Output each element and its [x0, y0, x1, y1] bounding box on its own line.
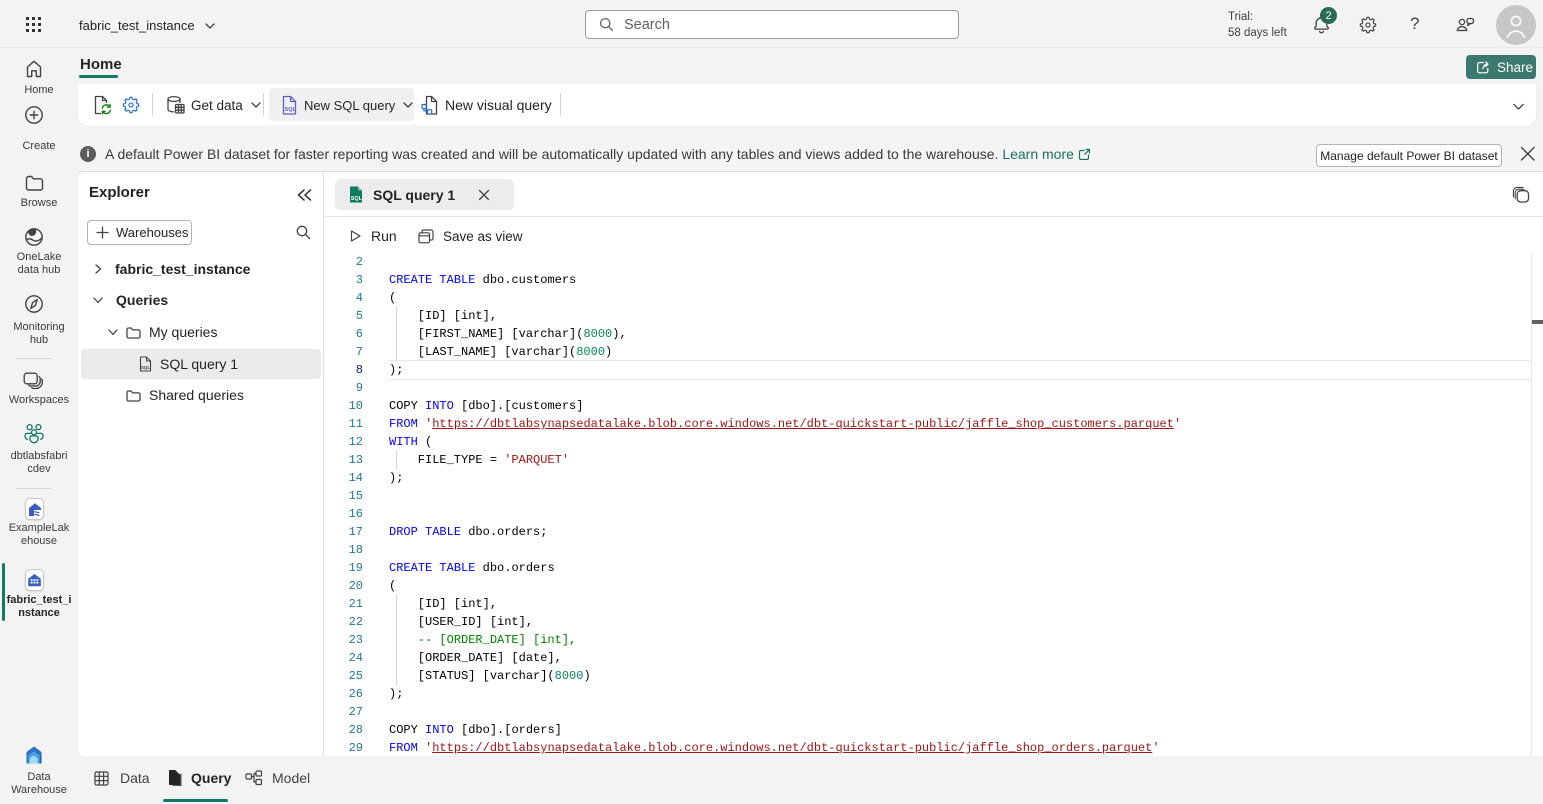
svg-text:SQL: SQL [141, 365, 150, 370]
svg-text:SQL: SQL [285, 107, 297, 113]
svg-text:SQL: SQL [351, 196, 363, 202]
